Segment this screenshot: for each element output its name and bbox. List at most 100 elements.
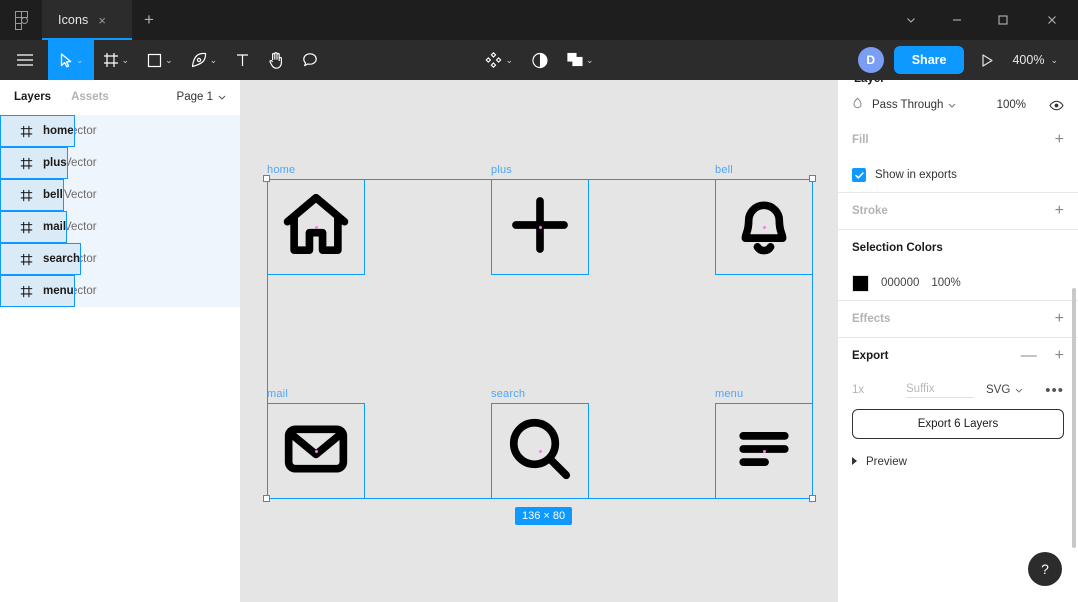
right-sidebar: Layer Pass Through 100% Fill +: [837, 80, 1078, 602]
dev-mode-button[interactable]: [522, 40, 557, 80]
resize-handle-1[interactable]: [809, 175, 816, 182]
resize-handle-3[interactable]: [809, 495, 816, 502]
layer-name: search: [43, 253, 81, 265]
chevron-down-icon[interactable]: ⌄: [586, 55, 594, 65]
hand-tool-button[interactable]: [259, 40, 293, 80]
stroke-section: Stroke +: [838, 193, 1078, 230]
frame-hash-icon: [19, 124, 34, 139]
avatar[interactable]: D: [857, 47, 884, 73]
frame-label[interactable]: home: [267, 164, 295, 176]
remove-export-button[interactable]: —: [1021, 347, 1037, 365]
layer-opacity-value[interactable]: 100%: [997, 99, 1026, 111]
figma-logo-icon[interactable]: [0, 0, 42, 40]
frame-label[interactable]: menu: [715, 388, 743, 400]
eye-icon[interactable]: [1049, 100, 1064, 111]
close-window-button[interactable]: [1026, 0, 1078, 40]
frame-label[interactable]: mail: [267, 388, 288, 400]
color-hex-value[interactable]: 000000: [881, 277, 919, 289]
layer-row-plus-2[interactable]: plus: [0, 147, 68, 179]
share-button[interactable]: Share: [893, 46, 965, 74]
canvas-frame-home[interactable]: home: [267, 164, 365, 275]
export-format-selector[interactable]: SVG: [986, 384, 1023, 396]
effects-title: Effects: [852, 313, 891, 325]
show-in-exports-label: Show in exports: [875, 169, 957, 181]
canvas-frame-search[interactable]: search: [491, 388, 589, 499]
fill-section: Fill + Show in exports: [838, 122, 1078, 193]
export-layers-button[interactable]: Export 6 Layers: [852, 409, 1064, 439]
move-tool-button[interactable]: ⌄: [48, 40, 94, 80]
left-sidebar: Layers Assets Page 1 home Vector plus Vecto…: [0, 80, 241, 602]
resize-handle-0[interactable]: [263, 175, 270, 182]
minimize-button[interactable]: [934, 0, 980, 40]
tab-assets[interactable]: Assets: [71, 91, 109, 103]
layer-row-mail-6[interactable]: mail: [0, 211, 68, 243]
export-scale-value[interactable]: 1x: [852, 384, 906, 396]
chevron-down-icon[interactable]: ⌄: [122, 55, 130, 65]
hamburger-menu-icon[interactable]: [0, 40, 48, 80]
new-tab-button[interactable]: +: [132, 0, 166, 40]
canvas-frame-menu[interactable]: menu: [715, 388, 813, 499]
frame-label[interactable]: plus: [491, 164, 512, 176]
color-swatch[interactable]: [852, 274, 869, 292]
show-in-exports-checkbox[interactable]: [852, 168, 866, 182]
add-stroke-button[interactable]: +: [1055, 203, 1064, 219]
maximize-button[interactable]: [980, 0, 1026, 40]
layer-row-home-0[interactable]: home: [0, 115, 75, 147]
zoom-level-label: 400%: [1012, 53, 1045, 67]
export-more-options-button[interactable]: •••: [1045, 383, 1064, 398]
close-icon[interactable]: ×: [96, 12, 108, 29]
add-fill-button[interactable]: +: [1055, 132, 1064, 148]
layer-name: menu: [43, 285, 74, 297]
canvas-frame-mail[interactable]: mail: [267, 388, 365, 499]
text-tool-button[interactable]: [226, 40, 259, 80]
canvas-frame-plus[interactable]: plus: [491, 164, 589, 275]
right-panel-scrollbar[interactable]: [1072, 288, 1076, 548]
chevron-down-icon[interactable]: ⌄: [165, 55, 173, 65]
frame-label[interactable]: bell: [715, 164, 733, 176]
file-tab-icons[interactable]: Icons ×: [42, 0, 132, 40]
fill-title: Fill: [852, 134, 869, 146]
page-selector[interactable]: Page 1: [177, 91, 226, 103]
add-export-button[interactable]: +: [1055, 348, 1064, 364]
stroke-title: Stroke: [852, 205, 888, 217]
components-button[interactable]: ⌄: [557, 40, 603, 80]
layer-row-bell-4[interactable]: bell: [0, 179, 64, 211]
blend-mode-selector[interactable]: Pass Through: [872, 99, 956, 111]
color-opacity-value[interactable]: 100%: [931, 277, 960, 289]
canvas-frame-bell[interactable]: bell: [715, 164, 813, 275]
preview-toggle[interactable]: Preview: [852, 445, 1064, 479]
resize-handle-2[interactable]: [263, 495, 270, 502]
help-button[interactable]: ?: [1028, 552, 1062, 586]
effects-section: Effects +: [838, 301, 1078, 338]
chevron-down-icon[interactable]: ⌄: [210, 55, 218, 65]
layer-name: Vector: [64, 221, 97, 233]
title-bar: Icons × +: [0, 0, 1078, 40]
add-effect-button[interactable]: +: [1055, 311, 1064, 327]
page-selector-label: Page 1: [176, 91, 213, 103]
shape-tool-button[interactable]: ⌄: [138, 40, 182, 80]
toolbar-center-group: ⌄ ⌄: [475, 40, 602, 80]
toolbar-left-group: ⌄ ⌄ ⌄ ⌄: [0, 40, 327, 80]
pen-tool-button[interactable]: ⌄: [182, 40, 227, 80]
export-settings-row: 1x Suffix SVG •••: [852, 374, 1064, 406]
chevron-down-icon[interactable]: ⌄: [76, 55, 84, 65]
export-format-label: SVG: [986, 384, 1011, 396]
zoom-level-control[interactable]: 400% ⌄: [1010, 53, 1064, 67]
layer-section-heading: Layer: [838, 80, 1078, 88]
selection-colors-title: Selection Colors: [852, 242, 943, 254]
tab-layers[interactable]: Layers: [14, 91, 51, 103]
chevron-down-icon[interactable]: ⌄: [505, 55, 513, 65]
blend-mode-icon[interactable]: [852, 96, 863, 114]
frame-tool-button[interactable]: ⌄: [94, 40, 139, 80]
layer-row-menu-10[interactable]: menu: [0, 275, 75, 307]
design-canvas[interactable]: home plus bell mail search menu 136 × 80: [241, 80, 837, 602]
present-button[interactable]: [974, 53, 1000, 68]
layer-row-search-8[interactable]: search: [0, 243, 82, 275]
frame-label[interactable]: search: [491, 388, 525, 400]
chevron-down-icon[interactable]: [888, 0, 934, 40]
comment-tool-button[interactable]: [293, 40, 327, 80]
export-suffix-input[interactable]: Suffix: [906, 383, 974, 398]
layer-name: plus: [43, 157, 67, 169]
layer-heading-label: Layer: [854, 80, 885, 85]
actions-button[interactable]: ⌄: [475, 40, 522, 80]
